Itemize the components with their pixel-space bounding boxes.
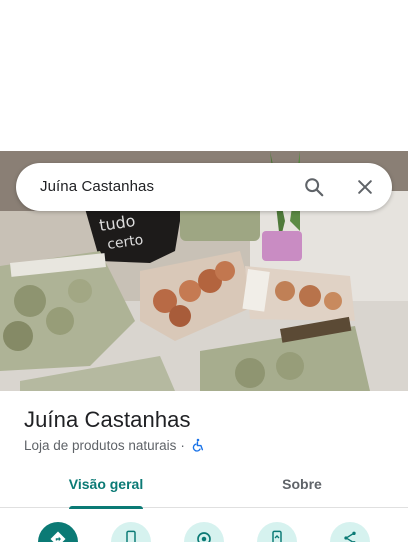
place-category: Loja de produtos naturais [24,437,177,453]
place-screen: tudo certo Juína Castanhas Juína Castanh… [0,0,408,542]
place-title: Juína Castanhas [24,407,191,432]
send-to-phone-button[interactable] [257,522,297,542]
tab-about[interactable]: Sobre [262,466,342,508]
save-icon [195,530,213,542]
share-button[interactable] [330,522,370,542]
phone-icon [123,530,139,542]
send-to-phone-icon [269,530,285,542]
directions-icon [49,530,67,542]
place-tabs: Visão geral Sobre [0,466,408,509]
call-button[interactable] [111,522,151,542]
place-meta: Loja de produtos naturais · [24,436,205,454]
save-button[interactable] [184,522,224,542]
search-query[interactable]: Juína Castanhas [40,163,154,211]
tab-overview[interactable]: Visão geral [58,466,154,509]
directions-button[interactable] [38,522,78,542]
close-icon[interactable] [353,175,377,199]
search-bar[interactable]: Juína Castanhas [16,163,392,211]
wheelchair-accessible-icon [191,438,205,452]
share-icon [342,530,358,542]
search-icon[interactable] [302,175,326,199]
meta-separator: · [180,437,185,453]
